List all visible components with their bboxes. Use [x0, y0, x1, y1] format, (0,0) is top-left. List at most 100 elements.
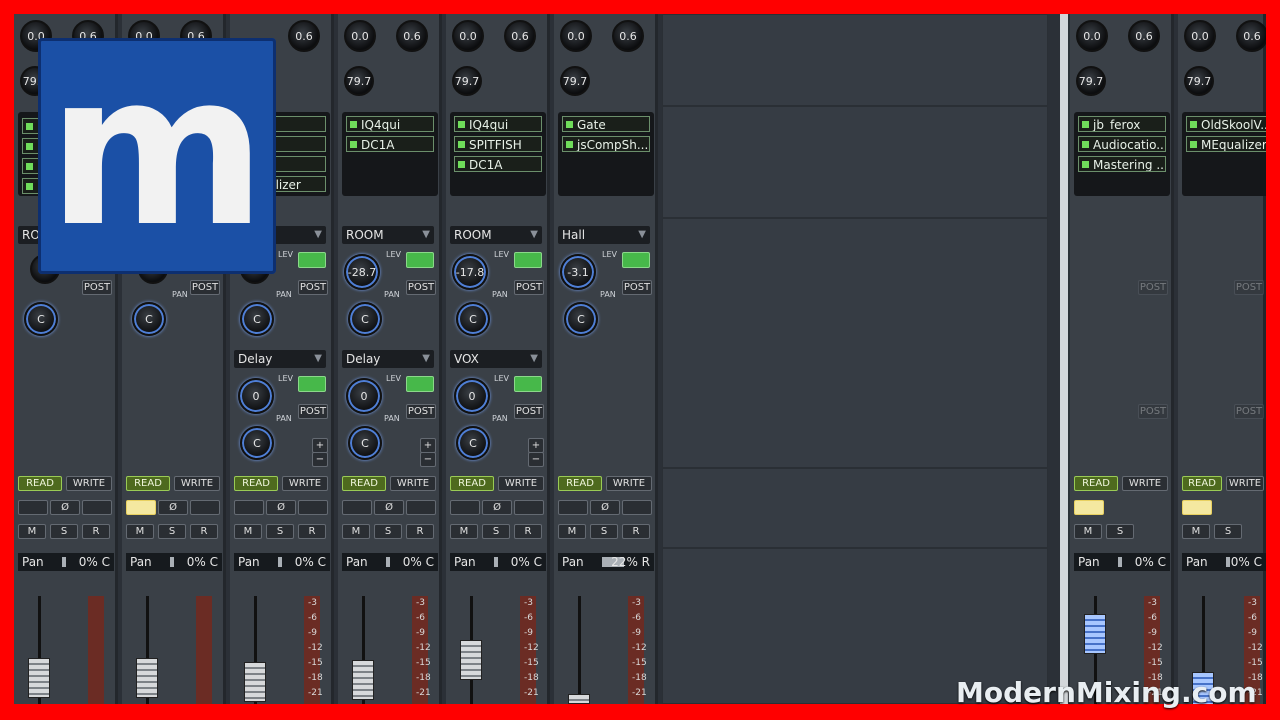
- fx-enabled-led[interactable]: [1082, 141, 1089, 148]
- fx-slot-2[interactable]: jsCompSh...: [562, 136, 650, 152]
- phase-invert-button[interactable]: Ø: [590, 500, 620, 515]
- remove-send-button[interactable]: −: [312, 452, 328, 467]
- solo-button[interactable]: S: [1106, 524, 1134, 539]
- send-2-select[interactable]: VOX ▼: [450, 350, 542, 368]
- meter-button[interactable]: [18, 500, 48, 515]
- pan-readout[interactable]: Pan 0% C: [234, 553, 330, 571]
- fx-slot-2[interactable]: Audiocatio...: [1078, 136, 1166, 152]
- meter-button[interactable]: [558, 500, 588, 515]
- read-button[interactable]: READ: [126, 476, 170, 491]
- post-button[interactable]: POST: [1138, 404, 1168, 419]
- pan-readout[interactable]: Pan 0% C: [18, 553, 114, 571]
- send-meter-toggle[interactable]: [622, 252, 650, 268]
- read-button[interactable]: READ: [1182, 476, 1222, 491]
- post-button[interactable]: POST: [1234, 280, 1264, 295]
- post-button[interactable]: POST: [514, 404, 544, 419]
- input-knob[interactable]: 79.7: [344, 66, 374, 96]
- fx-slot-1[interactable]: IQ4qui: [346, 116, 434, 132]
- solo-button[interactable]: S: [374, 524, 402, 539]
- send-1-select[interactable]: Hall ▼: [558, 226, 650, 244]
- remove-send-button[interactable]: −: [528, 452, 544, 467]
- write-button[interactable]: WRITE: [174, 476, 220, 491]
- mute-button[interactable]: M: [126, 524, 154, 539]
- volume-knob[interactable]: 0.0: [1184, 20, 1216, 52]
- write-button[interactable]: WRITE: [498, 476, 544, 491]
- input-knob[interactable]: 79.7: [1076, 66, 1106, 96]
- mute-button[interactable]: M: [234, 524, 262, 539]
- fx-slot-2[interactable]: DC1A: [346, 136, 434, 152]
- meter-button[interactable]: [234, 500, 264, 515]
- mute-button[interactable]: M: [558, 524, 586, 539]
- solo-button[interactable]: S: [590, 524, 618, 539]
- send-meter-toggle[interactable]: [514, 252, 542, 268]
- send-pan-knob[interactable]: C: [456, 426, 490, 460]
- phase-invert-button[interactable]: Ø: [482, 500, 512, 515]
- fx-enabled-led[interactable]: [566, 121, 573, 128]
- input-knob[interactable]: 79.7: [1184, 66, 1214, 96]
- fx-enabled-led[interactable]: [26, 183, 33, 190]
- send-meter-toggle[interactable]: [406, 252, 434, 268]
- mute-button[interactable]: M: [1182, 524, 1210, 539]
- read-button[interactable]: READ: [1074, 476, 1118, 491]
- fx-slot-2[interactable]: MEqualizer: [1186, 136, 1266, 152]
- phase-invert-button[interactable]: Ø: [374, 500, 404, 515]
- read-button[interactable]: READ: [18, 476, 62, 491]
- post-button[interactable]: POST: [1234, 404, 1264, 419]
- fx-enabled-led[interactable]: [458, 141, 465, 148]
- width-knob[interactable]: 0.6: [1128, 20, 1160, 52]
- write-button[interactable]: WRITE: [66, 476, 112, 491]
- send-level-knob[interactable]: 0: [238, 378, 274, 414]
- pan-readout[interactable]: Pan 0% C: [342, 553, 438, 571]
- volume-fader[interactable]: [16, 584, 114, 704]
- fx-slot-1[interactable]: jb_ferox: [1078, 116, 1166, 132]
- fx-slot-1[interactable]: OldSkoolV...: [1186, 116, 1266, 132]
- volume-knob[interactable]: 0.0: [344, 20, 376, 52]
- fader-cap[interactable]: [568, 694, 590, 704]
- pan-readout[interactable]: Pan 0% C: [126, 553, 222, 571]
- record-arm-button[interactable]: R: [514, 524, 542, 539]
- meter-button[interactable]: [342, 500, 372, 515]
- fx-enabled-led[interactable]: [26, 163, 33, 170]
- post-button[interactable]: POST: [1138, 280, 1168, 295]
- read-button[interactable]: READ: [450, 476, 494, 491]
- write-button[interactable]: WRITE: [282, 476, 328, 491]
- fx-slot-3[interactable]: Mastering ...: [1078, 156, 1166, 172]
- mute-button[interactable]: M: [450, 524, 478, 539]
- send-level-knob[interactable]: 0: [346, 378, 382, 414]
- post-button[interactable]: POST: [298, 280, 328, 295]
- width-knob[interactable]: 0.6: [396, 20, 428, 52]
- volume-knob[interactable]: 0.0: [1076, 20, 1108, 52]
- read-button[interactable]: READ: [342, 476, 386, 491]
- fx-enabled-led[interactable]: [1082, 161, 1089, 168]
- solo-button[interactable]: S: [1214, 524, 1242, 539]
- write-button[interactable]: WRITE: [1122, 476, 1168, 491]
- fx-slot-1[interactable]: Gate: [562, 116, 650, 132]
- post-button[interactable]: POST: [406, 280, 436, 295]
- fx-slot-2[interactable]: SPITFISH: [454, 136, 542, 152]
- solo-button[interactable]: S: [266, 524, 294, 539]
- fader-cap[interactable]: [352, 660, 374, 700]
- width-knob[interactable]: 0.6: [612, 20, 644, 52]
- send-2-select[interactable]: Delay ▼: [234, 350, 326, 368]
- stereo-button[interactable]: [82, 500, 112, 515]
- fx-enabled-led[interactable]: [1190, 121, 1197, 128]
- input-knob[interactable]: 79.7: [452, 66, 482, 96]
- fader-cap[interactable]: [460, 640, 482, 680]
- post-button[interactable]: POST: [298, 404, 328, 419]
- post-button[interactable]: POST: [514, 280, 544, 295]
- meter-button[interactable]: [450, 500, 480, 515]
- send-level-knob[interactable]: 0: [454, 378, 490, 414]
- stereo-button[interactable]: [406, 500, 436, 515]
- send-level-knob[interactable]: -17.8: [452, 254, 488, 290]
- fx-enabled-led[interactable]: [26, 143, 33, 150]
- meter-button[interactable]: [126, 500, 156, 515]
- post-button[interactable]: POST: [190, 280, 220, 295]
- fx-slot-3[interactable]: DC1A: [454, 156, 542, 172]
- fx-slot-1[interactable]: IQ4qui: [454, 116, 542, 132]
- send-pan-knob[interactable]: C: [564, 302, 598, 336]
- width-knob[interactable]: 0.6: [504, 20, 536, 52]
- volume-fader[interactable]: -3 -6 -9 -12 -15 -18 -21: [448, 584, 546, 704]
- add-send-button[interactable]: +: [312, 438, 328, 453]
- send-pan-knob[interactable]: C: [132, 302, 166, 336]
- mute-button[interactable]: M: [1074, 524, 1102, 539]
